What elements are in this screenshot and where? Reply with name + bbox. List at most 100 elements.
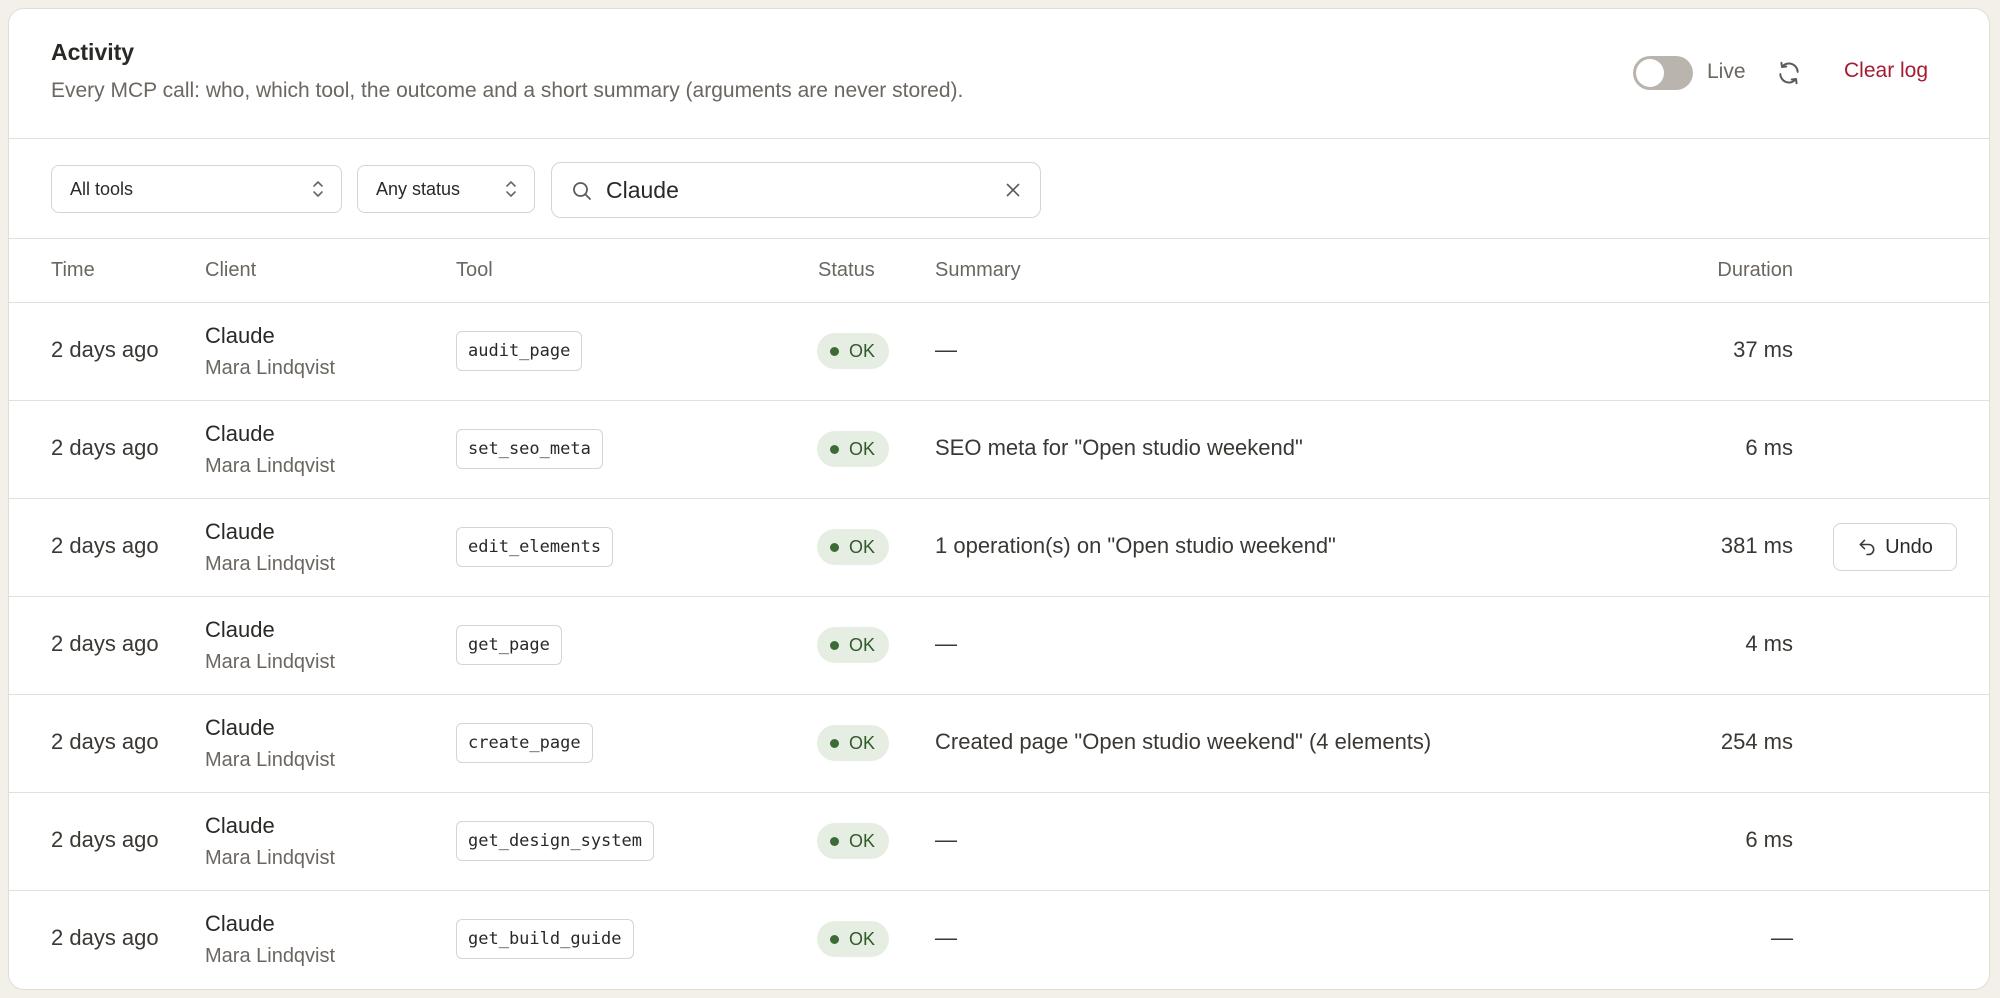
row-duration: 37 ms (1733, 337, 1793, 362)
status-dot-icon (830, 836, 839, 846)
status-text: OK (849, 438, 876, 459)
refresh-icon (1776, 60, 1802, 86)
row-duration: 4 ms (1745, 631, 1793, 656)
search-box (551, 162, 1041, 218)
search-icon (570, 179, 594, 208)
row-time: 2 days ago (51, 533, 159, 558)
status-dot-icon (830, 346, 839, 356)
status-dot-icon (830, 444, 839, 454)
chevron-updown-icon (504, 178, 518, 205)
activity-panel: Activity Every MCP call: who, which tool… (8, 8, 1990, 990)
activity-header: Activity Every MCP call: who, which tool… (9, 9, 1989, 139)
status-text: OK (849, 830, 876, 851)
undo-button[interactable]: Undo (1833, 523, 1957, 571)
row-time: 2 days ago (51, 827, 159, 852)
filter-bar: All tools Any status (9, 139, 1989, 239)
column-header-tool: Tool (456, 259, 493, 281)
status-filter-select[interactable]: Any status (357, 165, 535, 213)
status-text: OK (849, 634, 876, 655)
close-icon[interactable] (1002, 179, 1024, 206)
column-header-time: Time (51, 259, 95, 281)
status-dot-icon (830, 738, 839, 748)
status-dot-icon (830, 934, 839, 944)
row-client: Claude (205, 813, 275, 838)
row-tool-chip: audit_page (456, 331, 583, 371)
row-time: 2 days ago (51, 925, 159, 950)
table-row: 2 days ago Claude Mara Lindqvist set_seo… (9, 401, 1989, 499)
status-dot-icon (830, 542, 839, 552)
undo-label: Undo (1885, 535, 1933, 558)
status-dot-icon (830, 640, 839, 650)
column-header-duration: Duration (1717, 259, 1793, 281)
row-time: 2 days ago (51, 631, 159, 656)
row-tool-chip: get_design_system (456, 821, 654, 861)
row-user: Mara Lindqvist (205, 749, 336, 771)
undo-icon (1857, 537, 1877, 557)
column-header-summary: Summary (935, 259, 1021, 281)
row-duration: 381 ms (1720, 533, 1793, 558)
row-tool-chip: get_page (456, 625, 562, 665)
table-row: 2 days ago Claude Mara Lindqvist get_bui… (9, 891, 1989, 989)
live-toggle[interactable] (1633, 56, 1693, 90)
status-text: OK (849, 340, 876, 361)
column-header-client: Client (205, 259, 257, 281)
row-user: Mara Lindqvist (205, 945, 336, 967)
clear-log-button[interactable]: Clear log (1844, 59, 1928, 83)
tool-filter-select[interactable]: All tools (51, 165, 342, 213)
row-client: Claude (205, 421, 275, 446)
row-summary: — (935, 925, 957, 950)
table-row: 2 days ago Claude Mara Lindqvist get_pag… (9, 597, 1989, 695)
row-duration: — (1771, 925, 1793, 950)
row-client: Claude (205, 519, 275, 544)
live-toggle-knob (1636, 59, 1664, 87)
row-client: Claude (205, 323, 275, 348)
page-subtitle: Every MCP call: who, which tool, the out… (51, 79, 964, 102)
row-tool-chip: set_seo_meta (456, 429, 603, 469)
status-badge: OK (817, 333, 890, 369)
row-summary: — (935, 631, 957, 656)
status-text: OK (849, 928, 876, 949)
row-tool-chip: create_page (456, 723, 593, 763)
row-summary: — (935, 827, 957, 852)
row-summary: — (935, 337, 957, 362)
row-client: Claude (205, 715, 275, 740)
status-badge: OK (817, 529, 890, 565)
table-body: 2 days ago Claude Mara Lindqvist audit_p… (9, 303, 1989, 989)
live-label: Live (1707, 60, 1746, 83)
status-text: OK (849, 732, 876, 753)
tool-filter-value: All tools (70, 179, 134, 199)
table-header: Time Client Tool Status Summary Duration (9, 239, 1989, 303)
row-user: Mara Lindqvist (205, 357, 336, 379)
row-summary: 1 operation(s) on "Open studio weekend" (935, 533, 1336, 558)
row-duration: 6 ms (1745, 435, 1793, 460)
page-title: Activity (51, 39, 135, 65)
row-summary: Created page "Open studio weekend" (4 el… (935, 729, 1432, 754)
status-text: OK (849, 536, 876, 557)
row-user: Mara Lindqvist (205, 455, 336, 477)
row-time: 2 days ago (51, 729, 159, 754)
search-input[interactable] (606, 173, 966, 207)
status-badge: OK (817, 725, 890, 761)
row-time: 2 days ago (51, 435, 159, 460)
column-header-status: Status (818, 259, 875, 281)
status-badge: OK (817, 921, 890, 957)
row-time: 2 days ago (51, 337, 159, 362)
row-client: Claude (205, 617, 275, 642)
row-tool-chip: get_build_guide (456, 919, 634, 959)
row-tool-chip: edit_elements (456, 527, 614, 567)
status-filter-value: Any status (376, 179, 461, 199)
row-client: Claude (205, 911, 275, 936)
table-row: 2 days ago Claude Mara Lindqvist get_des… (9, 793, 1989, 891)
chevron-updown-icon (311, 178, 325, 205)
row-duration: 6 ms (1745, 827, 1793, 852)
status-badge: OK (817, 823, 890, 859)
status-badge: OK (817, 627, 890, 663)
table-row: 2 days ago Claude Mara Lindqvist create_… (9, 695, 1989, 793)
row-user: Mara Lindqvist (205, 651, 336, 673)
row-duration: 254 ms (1720, 729, 1793, 754)
table-row: 2 days ago Claude Mara Lindqvist audit_p… (9, 303, 1989, 401)
row-summary: SEO meta for "Open studio weekend" (935, 435, 1303, 460)
row-user: Mara Lindqvist (205, 553, 336, 575)
refresh-button[interactable] (1771, 55, 1807, 91)
status-badge: OK (817, 431, 890, 467)
